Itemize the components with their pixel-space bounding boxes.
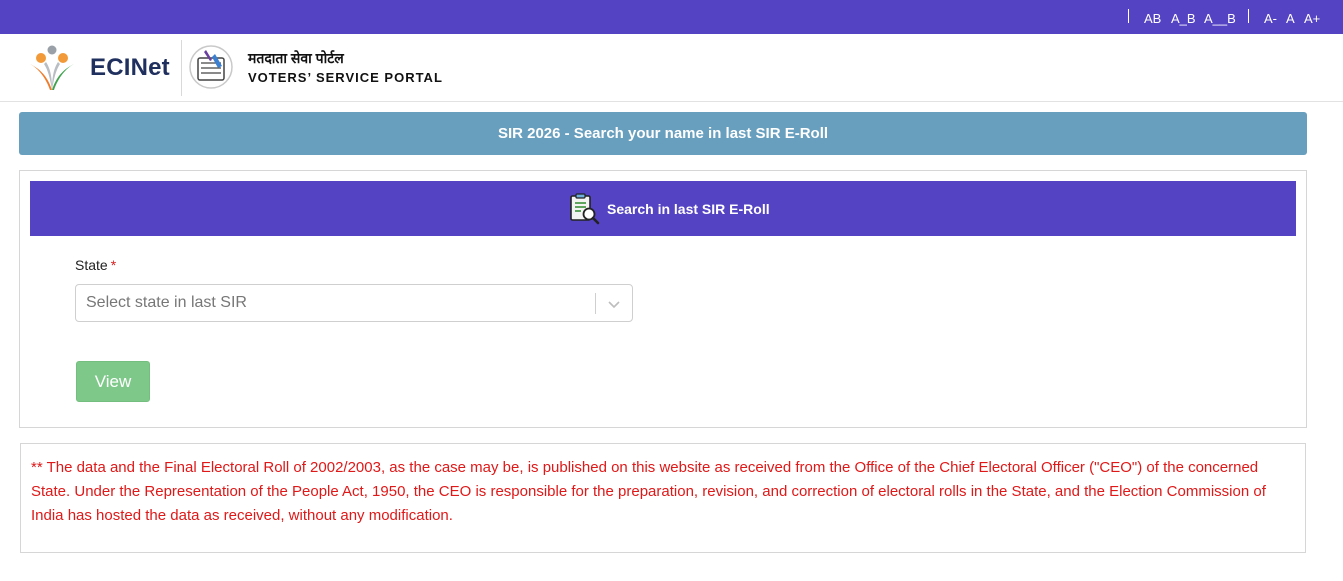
header-divider [181, 40, 182, 96]
font-normal-button[interactable]: A [1286, 11, 1295, 26]
eci-logo-icon[interactable] [26, 44, 78, 94]
contrast-option-a--b[interactable]: A__B [1204, 11, 1236, 26]
disclaimer-text: ** The data and the Final Electoral Roll… [31, 459, 1266, 524]
divider [1128, 9, 1129, 23]
accessibility-bar: AB A_B A__B A- A A+ [0, 0, 1343, 34]
search-card-header: Search in last SIR E-Roll [30, 181, 1296, 236]
voting-hand-logo-icon [189, 45, 233, 89]
brand-name: ECINet [90, 54, 170, 81]
chevron-down-icon[interactable] [606, 296, 622, 312]
search-card: Search in last SIR E-Roll State * Select … [19, 170, 1307, 428]
view-button[interactable]: View [76, 361, 150, 402]
state-select[interactable]: Select state in last SIR [75, 284, 633, 322]
disclaimer-box: ** The data and the Final Electoral Roll… [20, 443, 1306, 553]
contrast-option-ab[interactable]: AB [1144, 11, 1161, 26]
site-header: ECINet मतदाता सेवा पोर्टल VOTERS’ SERVIC… [0, 34, 1343, 102]
page-title: SIR 2026 - Search your name in last SIR … [497, 125, 829, 142]
select-indicator-separator [595, 293, 596, 314]
state-label-text: State [75, 257, 108, 273]
state-label: State * [75, 257, 116, 273]
search-card-heading: Search in last SIR E-Roll [607, 201, 770, 217]
required-mark: * [110, 257, 117, 273]
font-increase-button[interactable]: A+ [1304, 11, 1320, 26]
state-select-placeholder: Select state in last SIR [86, 294, 247, 311]
document-search-icon [570, 193, 600, 225]
portal-name-hindi: मतदाता सेवा पोर्टल [248, 50, 344, 66]
font-decrease-button[interactable]: A- [1264, 11, 1277, 26]
contrast-option-a-b[interactable]: A_B [1171, 11, 1196, 26]
divider [1248, 9, 1249, 23]
page-title-banner: SIR 2026 - Search your name in last SIR … [19, 112, 1307, 155]
portal-name-english: VOTERS’ SERVICE PORTAL [248, 70, 443, 85]
